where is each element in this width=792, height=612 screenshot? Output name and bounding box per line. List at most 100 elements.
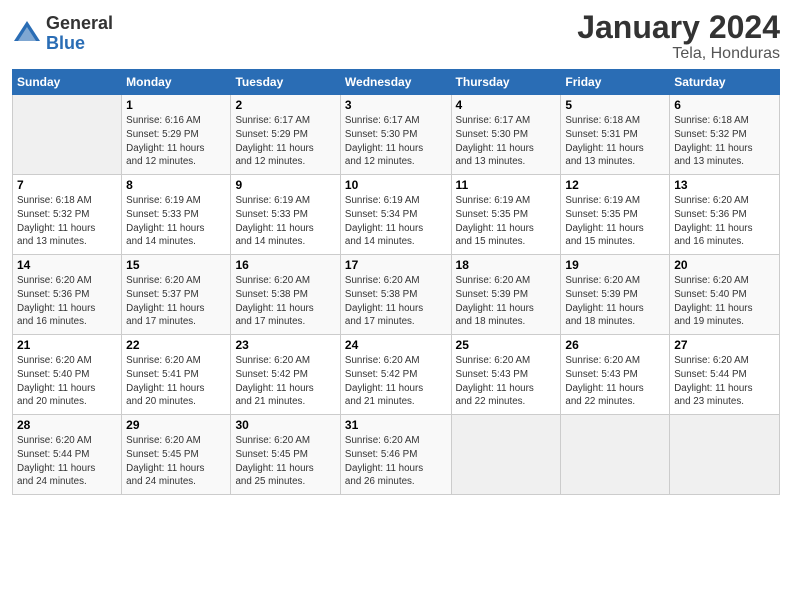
day-info: Sunrise: 6:20 AM Sunset: 5:42 PM Dayligh… (235, 354, 335, 409)
calendar-cell: 11 Sunrise: 6:19 AM Sunset: 5:35 PM Dayli… (451, 175, 561, 255)
day-number: 2 (235, 98, 335, 112)
day-number: 29 (126, 418, 226, 432)
week-row-3: 21 Sunrise: 6:20 AM Sunset: 5:40 PM Dayli… (13, 335, 780, 415)
calendar-cell: 2 Sunrise: 6:17 AM Sunset: 5:29 PM Daylig… (231, 95, 340, 175)
header-wednesday: Wednesday (340, 70, 451, 95)
calendar-cell: 6 Sunrise: 6:18 AM Sunset: 5:32 PM Daylig… (670, 95, 780, 175)
week-row-1: 7Sunrise: 6:18 AM Sunset: 5:32 PM Daylig… (13, 175, 780, 255)
day-number: 10 (345, 178, 447, 192)
calendar-cell: 23Sunrise: 6:20 AM Sunset: 5:42 PM Dayli… (231, 335, 340, 415)
calendar-cell: 17 Sunrise: 6:20 AM Sunset: 5:38 PM Dayli… (340, 255, 451, 335)
day-info: Sunrise: 6:16 AM Sunset: 5:29 PM Dayligh… (126, 114, 226, 169)
location: Tela, Honduras (577, 45, 780, 63)
day-info: Sunrise: 6:17 AM Sunset: 5:30 PM Dayligh… (456, 114, 557, 169)
day-number: 9 (235, 178, 335, 192)
calendar-cell: 20 Sunrise: 6:20 AM Sunset: 5:40 PM Dayli… (670, 255, 780, 335)
week-row-2: 14 Sunrise: 6:20 AM Sunset: 5:36 PM Dayli… (13, 255, 780, 335)
calendar-cell: 7Sunrise: 6:18 AM Sunset: 5:32 PM Daylig… (13, 175, 122, 255)
day-info: Sunrise: 6:20 AM Sunset: 5:42 PM Dayligh… (345, 354, 447, 409)
calendar-cell: 31Sunrise: 6:20 AM Sunset: 5:46 PM Dayli… (340, 415, 451, 495)
day-number: 28 (17, 418, 117, 432)
day-number: 6 (674, 98, 775, 112)
calendar-cell: 27Sunrise: 6:20 AM Sunset: 5:44 PM Dayli… (670, 335, 780, 415)
day-info: Sunrise: 6:20 AM Sunset: 5:43 PM Dayligh… (456, 354, 557, 409)
day-number: 11 (456, 178, 557, 192)
calendar-cell (451, 415, 561, 495)
title-block: January 2024 Tela, Honduras (577, 10, 780, 63)
day-number: 13 (674, 178, 775, 192)
calendar-cell: 19 Sunrise: 6:20 AM Sunset: 5:39 PM Dayli… (561, 255, 670, 335)
calendar-cell: 21 Sunrise: 6:20 AM Sunset: 5:40 PM Dayli… (13, 335, 122, 415)
day-number: 31 (345, 418, 447, 432)
logo-general: General (46, 14, 113, 34)
day-number: 8 (126, 178, 226, 192)
day-number: 14 (17, 258, 117, 272)
day-number: 26 (565, 338, 665, 352)
day-info: Sunrise: 6:20 AM Sunset: 5:45 PM Dayligh… (235, 434, 335, 489)
header-saturday: Saturday (670, 70, 780, 95)
day-info: Sunrise: 6:18 AM Sunset: 5:32 PM Dayligh… (674, 114, 775, 169)
calendar-cell: 30 Sunrise: 6:20 AM Sunset: 5:45 PM Dayli… (231, 415, 340, 495)
calendar-cell: 16Sunrise: 6:20 AM Sunset: 5:38 PM Dayli… (231, 255, 340, 335)
header-tuesday: Tuesday (231, 70, 340, 95)
days-header-row: Sunday Monday Tuesday Wednesday Thursday… (13, 70, 780, 95)
day-number: 16 (235, 258, 335, 272)
day-number: 17 (345, 258, 447, 272)
day-info: Sunrise: 6:17 AM Sunset: 5:30 PM Dayligh… (345, 114, 447, 169)
calendar-cell: 25 Sunrise: 6:20 AM Sunset: 5:43 PM Dayli… (451, 335, 561, 415)
header-monday: Monday (122, 70, 231, 95)
day-info: Sunrise: 6:18 AM Sunset: 5:31 PM Dayligh… (565, 114, 665, 169)
day-number: 1 (126, 98, 226, 112)
calendar-cell: 13 Sunrise: 6:20 AM Sunset: 5:36 PM Dayli… (670, 175, 780, 255)
day-info: Sunrise: 6:20 AM Sunset: 5:39 PM Dayligh… (456, 274, 557, 329)
header-thursday: Thursday (451, 70, 561, 95)
calendar-cell: 29 Sunrise: 6:20 AM Sunset: 5:45 PM Dayli… (122, 415, 231, 495)
day-info: Sunrise: 6:20 AM Sunset: 5:38 PM Dayligh… (345, 274, 447, 329)
day-info: Sunrise: 6:19 AM Sunset: 5:35 PM Dayligh… (456, 194, 557, 249)
calendar-cell: 5 Sunrise: 6:18 AM Sunset: 5:31 PM Daylig… (561, 95, 670, 175)
header-sunday: Sunday (13, 70, 122, 95)
day-number: 18 (456, 258, 557, 272)
day-info: Sunrise: 6:20 AM Sunset: 5:40 PM Dayligh… (674, 274, 775, 329)
day-number: 3 (345, 98, 447, 112)
calendar-cell: 26 Sunrise: 6:20 AM Sunset: 5:43 PM Dayli… (561, 335, 670, 415)
day-number: 27 (674, 338, 775, 352)
calendar-cell: 14 Sunrise: 6:20 AM Sunset: 5:36 PM Dayli… (13, 255, 122, 335)
day-number: 30 (235, 418, 335, 432)
day-number: 5 (565, 98, 665, 112)
header: General Blue January 2024 Tela, Honduras (12, 10, 780, 63)
day-info: Sunrise: 6:19 AM Sunset: 5:34 PM Dayligh… (345, 194, 447, 249)
day-info: Sunrise: 6:20 AM Sunset: 5:43 PM Dayligh… (565, 354, 665, 409)
calendar-cell: 28 Sunrise: 6:20 AM Sunset: 5:44 PM Dayli… (13, 415, 122, 495)
day-info: Sunrise: 6:20 AM Sunset: 5:45 PM Dayligh… (126, 434, 226, 489)
day-info: Sunrise: 6:20 AM Sunset: 5:37 PM Dayligh… (126, 274, 226, 329)
logo-blue: Blue (46, 34, 113, 54)
day-number: 21 (17, 338, 117, 352)
calendar-cell: 3 Sunrise: 6:17 AM Sunset: 5:30 PM Daylig… (340, 95, 451, 175)
day-info: Sunrise: 6:20 AM Sunset: 5:39 PM Dayligh… (565, 274, 665, 329)
month-title: January 2024 (577, 10, 780, 45)
day-number: 15 (126, 258, 226, 272)
day-number: 20 (674, 258, 775, 272)
day-info: Sunrise: 6:20 AM Sunset: 5:44 PM Dayligh… (17, 434, 117, 489)
calendar-cell: 8 Sunrise: 6:19 AM Sunset: 5:33 PM Daylig… (122, 175, 231, 255)
day-info: Sunrise: 6:20 AM Sunset: 5:36 PM Dayligh… (17, 274, 117, 329)
day-number: 4 (456, 98, 557, 112)
day-info: Sunrise: 6:20 AM Sunset: 5:36 PM Dayligh… (674, 194, 775, 249)
day-info: Sunrise: 6:19 AM Sunset: 5:33 PM Dayligh… (126, 194, 226, 249)
day-number: 22 (126, 338, 226, 352)
calendar-cell (13, 95, 122, 175)
week-row-4: 28 Sunrise: 6:20 AM Sunset: 5:44 PM Dayli… (13, 415, 780, 495)
calendar-cell: 24Sunrise: 6:20 AM Sunset: 5:42 PM Dayli… (340, 335, 451, 415)
header-friday: Friday (561, 70, 670, 95)
calendar-cell: 15 Sunrise: 6:20 AM Sunset: 5:37 PM Dayli… (122, 255, 231, 335)
calendar-cell: 18 Sunrise: 6:20 AM Sunset: 5:39 PM Dayli… (451, 255, 561, 335)
day-number: 19 (565, 258, 665, 272)
logo: General Blue (12, 14, 113, 54)
day-info: Sunrise: 6:20 AM Sunset: 5:40 PM Dayligh… (17, 354, 117, 409)
day-info: Sunrise: 6:19 AM Sunset: 5:35 PM Dayligh… (565, 194, 665, 249)
calendar-cell: 4 Sunrise: 6:17 AM Sunset: 5:30 PM Daylig… (451, 95, 561, 175)
calendar-cell: 22Sunrise: 6:20 AM Sunset: 5:41 PM Dayli… (122, 335, 231, 415)
day-number: 25 (456, 338, 557, 352)
day-info: Sunrise: 6:17 AM Sunset: 5:29 PM Dayligh… (235, 114, 335, 169)
